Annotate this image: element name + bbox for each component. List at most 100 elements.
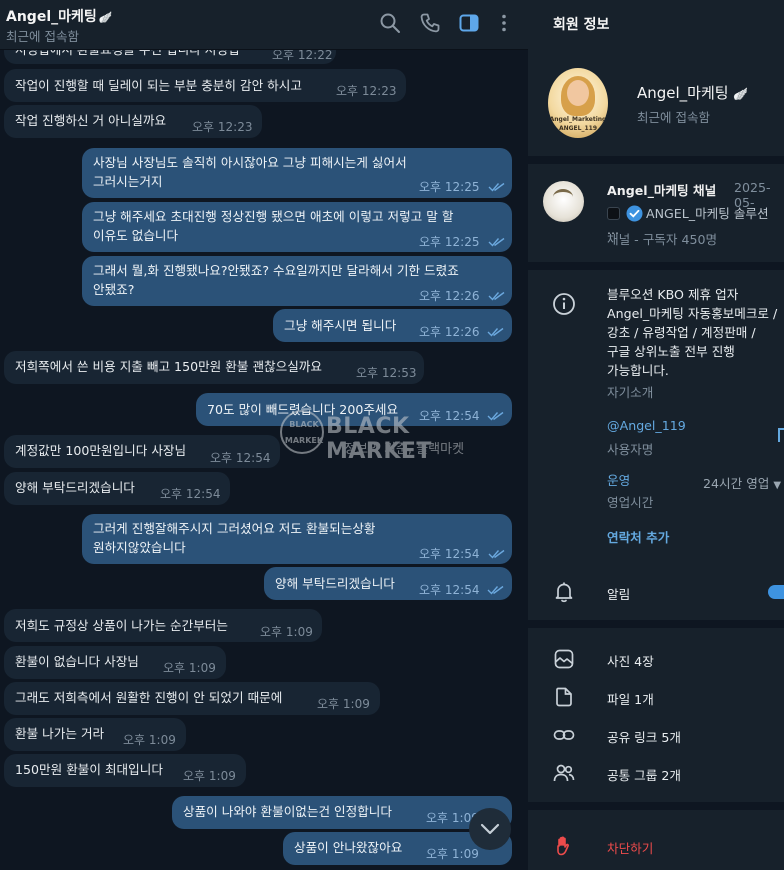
verified-icon — [626, 205, 643, 222]
message-bubble[interactable]: 그러게 진행잘해주시지 그러셨어요 저도 환불되는상황 원하지않았습니다 오후 … — [82, 514, 512, 564]
username-link[interactable]: @Angel_119 — [607, 416, 686, 435]
media-photos-row[interactable]: 사진 4장 — [607, 651, 654, 670]
message-text: 저희쪽에서 쓴 비용 지출 빼고 150만원 환불 괜찮으실까요 — [15, 359, 322, 374]
more-button[interactable] — [493, 12, 515, 34]
chevron-down-icon: ▼ — [773, 480, 782, 491]
message-time: 오후 12:25 — [419, 180, 480, 194]
message-bubble[interactable]: 그냥 해주세요 초대진행 정상진행 됐으면 애초에 이렇고 저렇고 말 할 이유… — [82, 202, 512, 252]
message-time: 오후 12:53 — [356, 366, 417, 380]
message-time: 오후 12:54 — [419, 547, 480, 561]
notifications-label: 알림 — [607, 587, 631, 602]
message-bubble[interactable]: 150만원 환불이 최대입니다 오후 1:09 — [4, 754, 246, 787]
read-check-icon — [487, 411, 504, 421]
message-bubble[interactable]: 환불이 없습니다 사장님 오후 1:09 — [4, 646, 226, 679]
media-files-row[interactable]: 파일 1개 — [607, 689, 654, 708]
message-time: 오후 12:23 — [336, 84, 397, 98]
search-button[interactable] — [379, 12, 401, 34]
bio-line: 구글 상위노출 전부 진행 — [607, 344, 735, 359]
profile-name-text: Angel_마케팅 — [637, 84, 729, 102]
chat-title[interactable]: Angel_마케팅 🪽 — [6, 6, 112, 26]
message-text: 그래서 뭘,화 진행됐나요?안됐죠? 수요일까지만 달라해서 기한 드렸죠 — [93, 263, 459, 278]
message-text: 상품이 나와야 환불이없는건 인정합니다 — [183, 804, 392, 819]
message-text: 그러게 진행잘해주시지 그러셨어요 저도 환불되는상황 — [93, 521, 376, 536]
search-icon — [380, 13, 400, 33]
message-text: 계정값만 100만원입니다 사장님 — [15, 443, 187, 458]
hours-link[interactable]: 운영 — [607, 471, 630, 490]
message-bubble[interactable]: 양해 부탁드리겠습니다 오후 12:54 — [4, 472, 230, 505]
message-bubble[interactable]: 환불 나가는 거라 오후 1:09 — [4, 718, 186, 751]
hours-dropdown-value: 24시간 영업 — [703, 476, 770, 491]
link-icon — [552, 723, 576, 747]
message-bubble[interactable]: 그냥 해주시면 됩니다 오후 12:26 — [273, 309, 512, 342]
read-check-icon — [488, 182, 505, 192]
wings-icon: 🪽 — [733, 87, 749, 101]
message-bubble[interactable]: 상품이 나와야 환불이없는건 인정합니다 오후 1:09 — [172, 796, 512, 829]
message-bubble[interactable]: 저희도 규정상 상품이 나가는 순간부터는 오후 1:09 — [4, 609, 322, 642]
chat-title-text: Angel_마케팅 — [6, 9, 97, 25]
message-time: 오후 12:54 — [419, 583, 480, 597]
group-icon — [552, 761, 576, 785]
chat-pane: 저정됩에서 환불요청을 주신 접니다 저정됩 오후 12:22 작업이 진행할 … — [0, 0, 528, 870]
message-text: 그러시는거지 — [93, 174, 163, 189]
sidebar-toggle-button[interactable] — [458, 12, 480, 34]
qr-code-icon[interactable] — [778, 428, 784, 442]
message-bubble[interactable]: 그래서 뭘,화 진행됐나요?안됐죠? 수요일까지만 달라해서 기한 드렸죠 안됐… — [82, 256, 512, 306]
channel-subscribers: 채널 - 구독자 450명 — [607, 232, 718, 247]
call-button[interactable] — [419, 12, 441, 34]
message-time: 오후 1:09 — [183, 769, 236, 783]
bio-line: 가능합니다. — [607, 363, 669, 378]
message-bubble[interactable]: 사장님 사장님도 솔직히 아시잖아요 그냥 피해시는게 싫어서 그러시는거지 오… — [82, 148, 512, 198]
channel-logo-icon — [553, 189, 573, 205]
common-groups-row[interactable]: 공통 그룹 2개 — [607, 765, 681, 784]
message-time: 오후 12:23 — [192, 120, 253, 134]
message-text: 원하지않았습니다 — [93, 540, 186, 555]
message-bubble[interactable]: 작업이 진행할 때 딜레이 되는 부분 충분히 감안 하시고 오후 12:23 — [4, 69, 406, 102]
message-list[interactable]: 저정됩에서 환불요청을 주신 접니다 저정됩 오후 12:22 작업이 진행할 … — [0, 0, 528, 870]
profile-header-title: 회원 정보 — [553, 17, 610, 33]
phone-icon — [420, 13, 440, 33]
message-time: 오후 12:26 — [419, 289, 480, 303]
channel-avatar[interactable] — [543, 181, 584, 222]
message-time: 오후 1:09 — [260, 625, 313, 639]
scroll-down-button[interactable] — [469, 808, 511, 850]
hours-dropdown[interactable]: 24시간 영업 ▼ — [703, 473, 781, 492]
media-links-row[interactable]: 공유 링크 5개 — [607, 727, 681, 746]
message-bubble[interactable]: 70도 많이 빼드렸습니다 200주세요 오후 12:54 — [196, 393, 512, 426]
file-icon — [552, 685, 576, 709]
profile-pane: 회원 정보 Angel_Marketing ANGEL_119 Angel_마케… — [528, 0, 784, 870]
message-bubble[interactable]: 저희쪽에서 쓴 비용 지출 빼고 150만원 환불 괜찮으실까요 오후 12:5… — [4, 351, 424, 384]
more-vertical-icon — [502, 14, 506, 32]
username-label: 사용자명 — [607, 442, 654, 457]
message-time: 오후 1:09 — [163, 661, 216, 675]
avatar[interactable]: Angel_Marketing ANGEL_119 — [548, 68, 608, 138]
read-check-icon — [488, 549, 505, 559]
message-text: 그래도 저희측에서 원활한 진행이 안 되었기 때문에 — [15, 690, 283, 705]
message-text: 저희도 규정상 상품이 나가는 순간부터는 — [15, 618, 228, 633]
message-text: 환불이 없습니다 사장님 — [15, 654, 139, 669]
message-bubble[interactable]: 그래도 저희측에서 원활한 진행이 안 되었기 때문에 오후 1:09 — [4, 682, 380, 715]
channel-name[interactable]: Angel_마케팅 채널 — [607, 180, 716, 199]
block-user-button[interactable]: 차단하기 — [607, 838, 653, 857]
message-text: 그냥 해주세요 초대진행 정상진행 됐으면 애초에 이렇고 저렇고 말 할 — [93, 209, 454, 224]
message-time: 오후 12:26 — [419, 325, 480, 339]
message-bubble[interactable]: 계정값만 100만원입니다 사장님 오후 12:54 — [4, 435, 280, 468]
message-text: 환불 나가는 거라 — [15, 726, 105, 741]
block-hand-icon — [552, 834, 576, 858]
wings-icon: 🪽 — [98, 11, 113, 24]
avatar-face — [567, 80, 589, 106]
message-bubble[interactable]: 양해 부탁드리겠습니다 오후 12:54 — [264, 567, 512, 600]
avatar-label: Angel_Marketing — [549, 116, 607, 123]
message-time: 오후 12:54 — [210, 451, 271, 465]
read-check-icon — [488, 291, 505, 301]
message-time: 오후 1:09 — [317, 697, 370, 711]
message-text: 작업 진행하신 거 아니실까요 — [15, 113, 167, 128]
chevron-down-icon — [480, 823, 500, 835]
message-text: 양해 부탁드리겠습니다 — [275, 576, 395, 591]
message-text: 70도 많이 빼드렸습니다 200주세요 — [207, 402, 399, 417]
sidebar-icon — [459, 14, 479, 32]
add-contact-button[interactable]: 연락처 추가 — [607, 527, 669, 546]
notifications-toggle[interactable] — [768, 585, 784, 599]
read-check-icon — [488, 237, 505, 247]
message-bubble[interactable]: 작업 진행하신 거 아니실까요 오후 12:23 — [4, 105, 262, 138]
divider — [528, 620, 784, 628]
